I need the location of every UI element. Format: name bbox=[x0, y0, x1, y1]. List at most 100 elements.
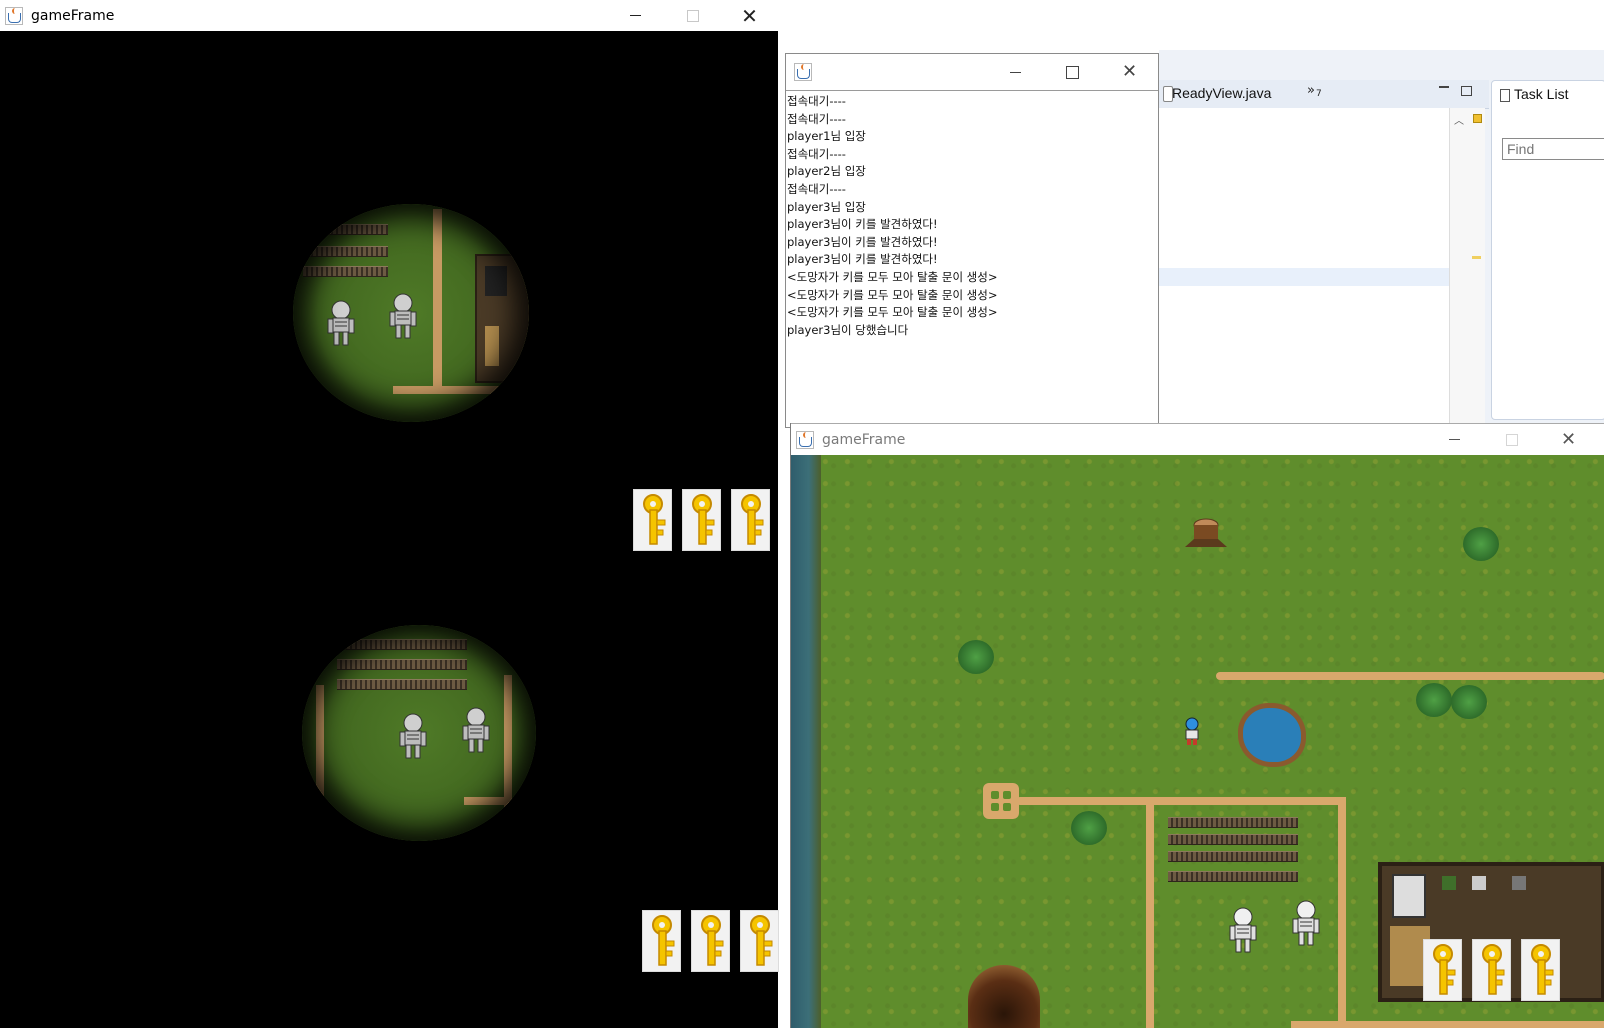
crop-row bbox=[1168, 851, 1298, 862]
river-edge bbox=[791, 455, 821, 1028]
bush-sprite bbox=[958, 640, 994, 674]
game-window-second: gameFrame ✕ bbox=[790, 423, 1604, 1028]
crop-row bbox=[303, 224, 388, 235]
dirt-path bbox=[393, 386, 523, 394]
warning-marker-icon[interactable] bbox=[1473, 114, 1482, 123]
maximize-view-icon[interactable] bbox=[1461, 86, 1472, 96]
crop-row bbox=[1168, 817, 1298, 828]
title-bar: gameFrame ✕ bbox=[791, 423, 1604, 456]
log-line: player3님이 키를 발견하였다! bbox=[787, 234, 938, 249]
cave-hole bbox=[968, 965, 1040, 1028]
overview-ruler[interactable]: ︿ bbox=[1449, 108, 1485, 424]
maximize-icon bbox=[1505, 433, 1518, 446]
tree-stump-sprite bbox=[1185, 518, 1227, 547]
log-line: <도망자가 키를 모두 모아 탈출 문이 생성> bbox=[787, 269, 998, 284]
close-icon: ✕ bbox=[741, 3, 758, 28]
scroll-up-icon[interactable]: ︿ bbox=[1454, 112, 1464, 127]
skeleton-sprite bbox=[399, 713, 427, 759]
close-icon: ✕ bbox=[1560, 428, 1577, 450]
java-cup-icon bbox=[5, 6, 23, 25]
log-line: <도망자가 키를 모두 모아 탈출 문이 생성> bbox=[787, 287, 998, 302]
code-editor[interactable] bbox=[1159, 108, 1449, 424]
golden-key-icon bbox=[633, 489, 672, 551]
log-line: player3님이 당했습니다 bbox=[787, 322, 909, 337]
log-line: 접속대기---- bbox=[787, 181, 846, 196]
minimize-button[interactable] bbox=[1426, 424, 1483, 455]
log-text-area[interactable]: 접속대기---- 접속대기---- player1님 입장 접속대기---- p… bbox=[786, 90, 1158, 427]
close-button[interactable]: ✕ bbox=[721, 0, 778, 31]
minimize-view-icon[interactable] bbox=[1439, 86, 1449, 88]
crop-row bbox=[337, 679, 467, 690]
cabinet bbox=[1472, 876, 1486, 890]
dirt-path bbox=[1016, 797, 1346, 805]
pond bbox=[1238, 703, 1306, 767]
log-line: <도망자가 키를 모두 모아 탈출 문이 생성> bbox=[787, 305, 998, 320]
java-cup-icon bbox=[796, 431, 814, 449]
cabinet bbox=[1512, 876, 1526, 890]
minimize-icon bbox=[1010, 71, 1021, 73]
golden-key-icon bbox=[682, 489, 721, 551]
log-line: player3님이 키를 발견하였다! bbox=[787, 252, 938, 267]
log-line: 접속대기---- bbox=[787, 94, 846, 108]
crop-row bbox=[337, 659, 467, 670]
dirt-path bbox=[316, 685, 324, 825]
log-line: player3님이 키를 발견하였다! bbox=[787, 217, 938, 232]
plant bbox=[1442, 876, 1456, 890]
task-list-view: Task List bbox=[1491, 80, 1604, 420]
skeleton-sprite bbox=[389, 293, 417, 339]
golden-key-icon bbox=[1472, 939, 1511, 1001]
maximize-button[interactable] bbox=[664, 0, 721, 31]
maximize-button[interactable] bbox=[1483, 424, 1540, 455]
occurrence-marker-icon[interactable] bbox=[1472, 256, 1481, 259]
dirt-path bbox=[1291, 1021, 1604, 1028]
task-list-icon bbox=[1500, 89, 1510, 102]
golden-key-icon bbox=[731, 489, 770, 551]
skeleton-sprite bbox=[327, 300, 355, 346]
player-sprite bbox=[1185, 717, 1199, 745]
log-line: 접속대기---- bbox=[787, 111, 846, 126]
eclipse-ide-background: ReadyView.java » 7 ︿ Task List bbox=[1159, 50, 1604, 428]
maximize-icon bbox=[1066, 65, 1079, 79]
minimize-icon bbox=[630, 15, 641, 16]
maximize-icon bbox=[686, 9, 699, 22]
minimize-button[interactable] bbox=[987, 54, 1044, 90]
tab-overflow-chevron-icon[interactable]: » bbox=[1307, 83, 1315, 98]
window-title: gameFrame bbox=[31, 7, 115, 24]
game-map-canvas[interactable] bbox=[791, 455, 1604, 1028]
dirt-path bbox=[464, 797, 509, 805]
log-line: player3님 입장 bbox=[787, 199, 866, 214]
minimize-button[interactable] bbox=[607, 0, 664, 31]
dirt-path bbox=[1216, 672, 1604, 680]
close-button[interactable]: ✕ bbox=[1101, 54, 1158, 90]
java-cup-icon bbox=[794, 63, 812, 81]
editor-tab-bar: ReadyView.java » 7 bbox=[1159, 80, 1489, 109]
title-bar: ✕ bbox=[786, 54, 1158, 90]
golden-key-icon bbox=[642, 910, 681, 972]
dirt-path bbox=[433, 209, 442, 394]
house-window bbox=[485, 266, 507, 296]
task-find-input[interactable] bbox=[1502, 138, 1604, 160]
game-canvas-dark[interactable] bbox=[0, 31, 779, 1028]
dirt-path bbox=[1146, 797, 1154, 1028]
bush-sprite bbox=[1463, 527, 1499, 561]
server-log-window: ✕ 접속대기---- 접속대기---- player1님 입장 접속대기----… bbox=[785, 53, 1159, 428]
close-button[interactable]: ✕ bbox=[1540, 424, 1597, 455]
crop-row bbox=[1168, 871, 1298, 882]
maximize-button[interactable] bbox=[1044, 54, 1101, 90]
crop-row bbox=[1168, 834, 1298, 845]
editor-tab-readyview[interactable]: ReadyView.java bbox=[1172, 85, 1271, 101]
task-list-title[interactable]: Task List bbox=[1514, 86, 1568, 102]
dirt-path bbox=[1338, 797, 1346, 1028]
skeleton-sprite bbox=[1292, 900, 1320, 946]
current-line-highlight bbox=[1159, 268, 1449, 286]
window-title: gameFrame bbox=[822, 432, 906, 448]
golden-key-icon bbox=[1423, 939, 1462, 1001]
tab-overflow-count: 7 bbox=[1316, 89, 1322, 99]
crop-row bbox=[303, 266, 388, 277]
game-window-main: gameFrame ✕ bbox=[0, 0, 779, 1028]
house-wall bbox=[475, 254, 529, 383]
title-bar: gameFrame ✕ bbox=[0, 0, 778, 31]
skeleton-sprite bbox=[462, 707, 490, 753]
bush-sprite bbox=[1416, 683, 1452, 717]
crop-row bbox=[303, 246, 388, 257]
